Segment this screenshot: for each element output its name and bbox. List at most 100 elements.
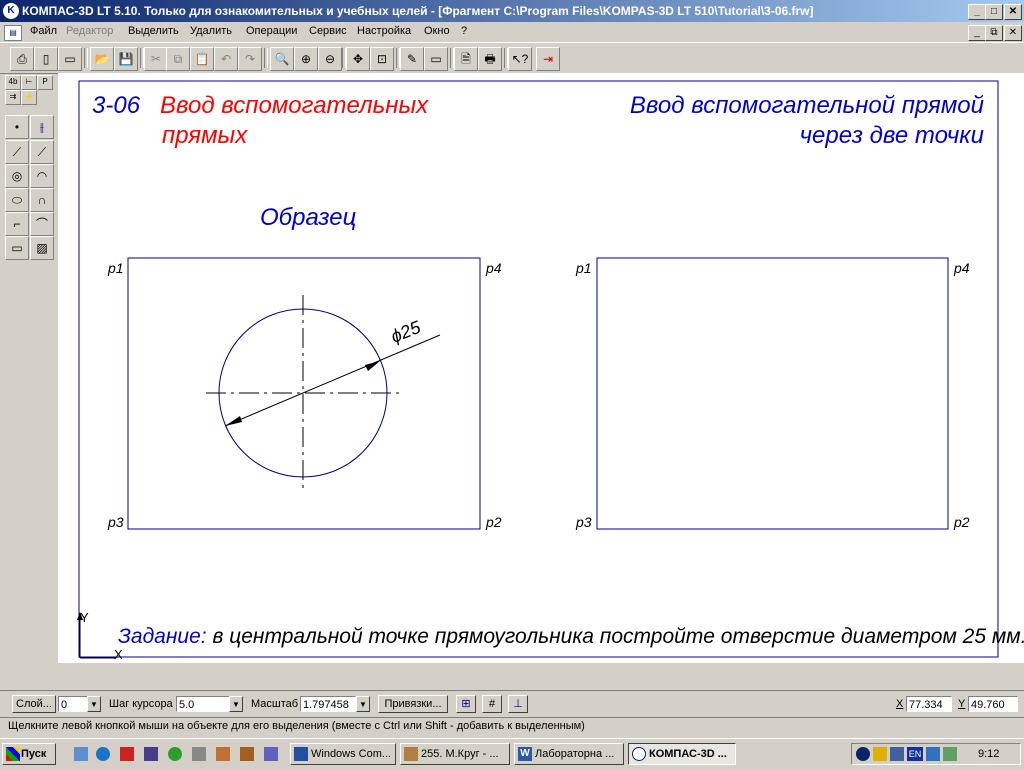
circle-icon[interactable]: ◎	[5, 164, 29, 188]
task-windows-commander[interactable]: Windows Com...	[290, 743, 396, 765]
chamfer-icon[interactable]: ⌐	[5, 212, 29, 236]
heading-left-line1: Ввод вспомогательных	[160, 92, 429, 119]
orthogonal-mode-icon[interactable]: ⊥	[508, 695, 528, 713]
tab-parameters[interactable]: Р	[37, 75, 53, 90]
scale-dropdown-arrow[interactable]: ▼	[356, 696, 370, 712]
paste-icon[interactable]: 📋	[190, 47, 214, 71]
save-icon[interactable]: 💾	[114, 47, 138, 71]
segment-icon[interactable]: ⟋	[5, 140, 29, 164]
sample-point-p2: p2	[485, 514, 502, 530]
quick-launch-blue-icon[interactable]	[264, 747, 278, 761]
close-button[interactable]: ✕	[1004, 4, 1022, 20]
sample-label: Образец	[260, 204, 356, 231]
task-word-lab[interactable]: W Лабораторна ...	[514, 743, 624, 765]
snap-button[interactable]: Привязки...	[378, 695, 448, 713]
exit-icon[interactable]: ⇥	[536, 47, 560, 71]
copy-icon[interactable]: ⧉	[166, 47, 190, 71]
left-tool-panel: 4b ⊢ Р ⇉ ⚡ • ⫲ ⟋ ⟋ ◎ ◠ ⬭ ∩ ⌐ ⌒ ▭ ▨	[0, 73, 59, 663]
zoom-out-icon[interactable]: ⊖	[318, 47, 342, 71]
grid-icon[interactable]: #	[482, 695, 502, 713]
new-icon[interactable]: ▯	[34, 47, 58, 71]
x-coord-value: 77.334	[906, 696, 952, 712]
rectangle-icon[interactable]: ▭	[5, 236, 29, 260]
zoom-fit-icon[interactable]: ⊡	[370, 47, 394, 71]
print-icon[interactable]: 🖶	[478, 47, 502, 71]
zoom-icon[interactable]: 🔍	[270, 47, 294, 71]
volume-icon[interactable]	[873, 747, 887, 761]
doc-restore-button[interactable]: ⧉	[985, 25, 1003, 41]
menu-help[interactable]: ?	[461, 25, 467, 37]
pen-icon[interactable]: ✎	[400, 47, 424, 71]
quick-launch-green-icon[interactable]	[168, 747, 182, 761]
new-doc-icon[interactable]: ▭	[58, 47, 82, 71]
preview-icon[interactable]: 🗎	[454, 47, 478, 71]
edit-icon[interactable]: ⇉	[5, 90, 21, 105]
ellipse-icon[interactable]: ⬭	[5, 188, 29, 212]
layer-select[interactable]: 0	[58, 696, 88, 712]
dimensions-icon[interactable]: ⊢	[21, 75, 37, 90]
desktop-icon[interactable]	[74, 747, 88, 761]
task-body: в центральной точке прямоугольника постр…	[207, 625, 1024, 648]
language-indicator[interactable]: EN	[907, 747, 923, 761]
start-button[interactable]: Пуск	[2, 743, 56, 765]
step-dropdown-arrow[interactable]: ▼	[229, 696, 243, 712]
menu-operations[interactable]: Операции	[246, 25, 297, 37]
tab-geometry[interactable]: 4b	[5, 75, 21, 90]
tray-monitor-icon[interactable]	[926, 747, 940, 761]
open-icon[interactable]: 📂	[90, 47, 114, 71]
quick-launch-brush-icon[interactable]	[240, 747, 254, 761]
menu-select[interactable]: Выделить	[128, 25, 179, 37]
aux-line-icon[interactable]: ⫲	[30, 115, 54, 139]
menu-delete[interactable]: Удалить	[190, 25, 232, 37]
hatch-icon[interactable]: ▨	[30, 236, 54, 260]
clock[interactable]: 9:12	[978, 748, 999, 760]
internet-explorer-icon[interactable]	[96, 747, 110, 761]
sample-point-p3: p3	[107, 514, 124, 530]
minimize-button[interactable]: _	[968, 4, 986, 20]
doc-minimize-button[interactable]: _	[968, 25, 986, 41]
cut-icon[interactable]: ✂	[144, 47, 168, 71]
redo-icon[interactable]: ↷	[238, 47, 262, 71]
fillet-icon[interactable]: ⌒	[30, 212, 54, 236]
menu-editor[interactable]: Редактор	[66, 25, 113, 37]
menu-window[interactable]: Окно	[424, 25, 450, 37]
zoom-in-icon[interactable]: ⊕	[294, 47, 318, 71]
taskbar: Пуск Windows Com... 255. М.Круг - ... W …	[0, 738, 1024, 769]
menu-file[interactable]: Файл	[30, 25, 57, 37]
hint-bar: Щелкните левой кнопкой мыши на объекте д…	[0, 717, 1024, 736]
measure-icon[interactable]: ⚡	[21, 90, 37, 105]
layer-dropdown-arrow[interactable]: ▼	[87, 696, 101, 712]
drawing-canvas[interactable]: 3-06 Ввод вспомогательных прямых Ввод вс…	[58, 73, 1024, 663]
quick-launch-media-icon[interactable]	[144, 747, 158, 761]
document-icon[interactable]: ▤	[4, 25, 22, 41]
scale-select[interactable]: 1.797458	[300, 696, 356, 712]
quick-launch-orange-icon[interactable]	[216, 747, 230, 761]
pan-icon[interactable]: ✥	[346, 47, 370, 71]
undo-icon[interactable]: ↶	[214, 47, 238, 71]
polyline-icon[interactable]: ⟋	[30, 140, 54, 164]
task-kompas[interactable]: КОМПАС-3D ...	[628, 743, 736, 765]
kompas-app-icon[interactable]: K	[3, 3, 19, 19]
help-cursor-icon[interactable]: ↖?	[508, 47, 532, 71]
printer-icon[interactable]: ⎙	[10, 47, 34, 71]
task-mkrug[interactable]: 255. М.Круг - ...	[400, 743, 510, 765]
word-icon: W	[518, 747, 532, 761]
point-icon[interactable]: •	[5, 115, 29, 139]
maximize-button[interactable]: □	[985, 4, 1003, 20]
y-coord-value: 49.760	[968, 696, 1018, 712]
panel-icon[interactable]: ▭	[424, 47, 448, 71]
menu-settings[interactable]: Настройка	[357, 25, 411, 37]
doc-close-button[interactable]: ✕	[1004, 25, 1022, 41]
quick-launch-tool-icon[interactable]	[192, 747, 206, 761]
menu-service[interactable]: Сервис	[309, 25, 347, 37]
snap-settings-icon[interactable]: ⊞	[456, 695, 476, 713]
main-toolbar: ⎙ ▯ ▭ 📂 💾 ✂ ⧉ 📋 ↶ ↷ 🔍 ⊕ ⊖ ✥ ⊡ ✎ ▭ 🗎 🖶 ↖?…	[0, 42, 1024, 74]
spline-icon[interactable]: ∩	[30, 188, 54, 212]
step-select[interactable]: 5.0	[176, 696, 230, 712]
quick-launch-red-icon[interactable]	[120, 747, 134, 761]
tray-misc-icon[interactable]	[943, 747, 957, 761]
arc-icon[interactable]: ◠	[30, 164, 54, 188]
tray-app-icon[interactable]	[856, 747, 870, 761]
network-icon[interactable]	[890, 747, 904, 761]
layer-button[interactable]: Слой...	[12, 695, 56, 713]
